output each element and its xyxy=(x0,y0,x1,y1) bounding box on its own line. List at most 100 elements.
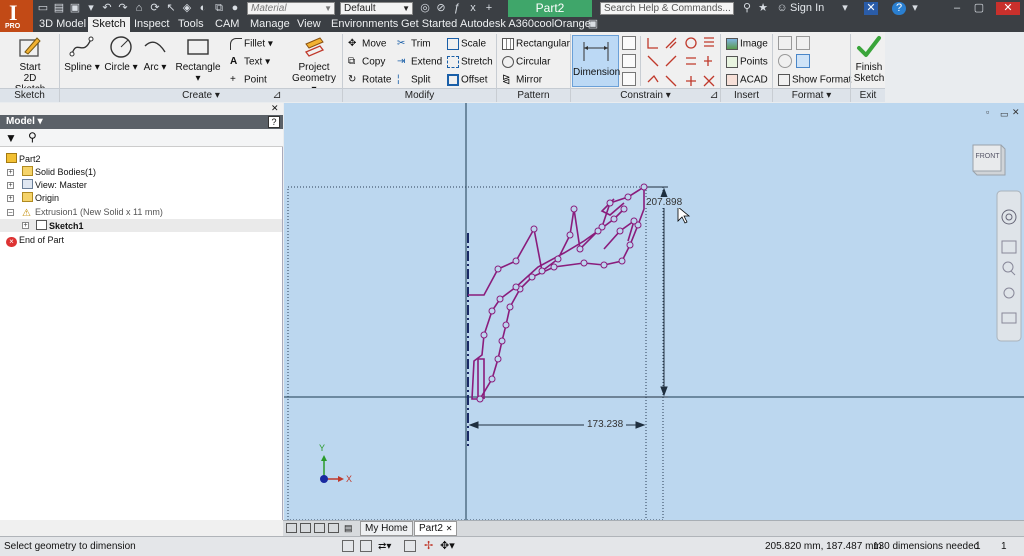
tab-autodesk-a360[interactable]: Autodesk A360 xyxy=(456,17,538,32)
sketch-profile[interactable] xyxy=(468,185,645,400)
parameters-icon[interactable]: x xyxy=(466,2,480,15)
tab-sketch[interactable]: Sketch xyxy=(88,17,130,32)
maximize-icon[interactable]: ▢ xyxy=(972,2,986,15)
grid-icon[interactable] xyxy=(360,540,372,552)
rotate-button[interactable]: ↻ Rotate xyxy=(348,74,391,87)
sphere-icon[interactable]: ● xyxy=(228,2,242,15)
construction-icon[interactable] xyxy=(778,36,792,50)
copy-button[interactable]: ⧉ Copy xyxy=(348,56,385,69)
rectangular-pattern-button[interactable]: Rectangular xyxy=(502,38,570,51)
spline-button[interactable]: Spline ▾ xyxy=(64,34,100,73)
close-icon[interactable]: ✕ xyxy=(996,2,1020,15)
binoculars-icon[interactable]: ⚲ xyxy=(740,2,754,15)
measure-icon[interactable]: ⧉ xyxy=(212,2,226,15)
trim-button[interactable]: ✂ Trim xyxy=(397,38,431,51)
select-icon[interactable]: ↖ xyxy=(164,2,178,15)
collapse-icon[interactable]: – xyxy=(7,209,14,216)
canvas-minimize-icon[interactable]: ▭ xyxy=(1000,109,1009,120)
rectangle-button[interactable]: Rectangle ▾ xyxy=(174,34,222,84)
circular-pattern-button[interactable]: Circular xyxy=(502,56,550,69)
filter-icon[interactable]: ▼ xyxy=(5,131,17,145)
constraint-settings-icon[interactable] xyxy=(622,72,636,86)
move-button[interactable]: ✥ Move xyxy=(348,38,386,51)
scale-button[interactable]: Scale xyxy=(447,38,486,51)
color-icon[interactable]: ◐ xyxy=(196,2,210,15)
browser-help-icon[interactable]: ? xyxy=(268,116,280,128)
save-arrow-icon[interactable]: ▾ xyxy=(84,2,98,15)
tab-my-home[interactable]: My Home xyxy=(360,521,413,536)
auto-dimension-icon[interactable] xyxy=(622,36,636,50)
sketch-options-icon[interactable]: ✥▾ xyxy=(440,537,455,556)
stretch-button[interactable]: Stretch xyxy=(447,56,493,69)
document-list-icon[interactable]: ▤ xyxy=(344,523,354,533)
sketch-points[interactable] xyxy=(476,183,648,403)
app-logo-button[interactable]: I PRO xyxy=(0,0,33,34)
centerline-icon[interactable] xyxy=(796,36,810,50)
ribbon-options-icon[interactable]: ▣ xyxy=(586,18,600,31)
viewcube[interactable] xyxy=(972,144,1006,176)
expand-icon[interactable]: + xyxy=(7,182,14,189)
image-button[interactable]: Image xyxy=(726,38,768,51)
horizontal-dimension-value[interactable]: 173.238 xyxy=(586,419,625,430)
home-icon[interactable]: ⌂ xyxy=(132,2,146,15)
fillet-button[interactable]: Fillet ▾ xyxy=(230,38,273,51)
tab-close-icon[interactable]: ✕ xyxy=(446,524,453,533)
user-icon[interactable]: ☺ xyxy=(775,2,789,15)
tree-item-solid-bodies[interactable]: Solid Bodies(1) xyxy=(22,166,96,178)
finish-sketch-button[interactable]: Finish Sketch xyxy=(853,34,885,84)
sketch-svg[interactable] xyxy=(284,103,1024,520)
constraint-icons-grid[interactable] xyxy=(646,36,718,88)
help-search-input[interactable]: Search Help & Commands... xyxy=(600,2,734,15)
redo-icon[interactable]: ↷ xyxy=(116,2,130,15)
viewcube-label[interactable]: FRONT xyxy=(974,153,1001,160)
browser-header[interactable]: Model ▾ xyxy=(0,115,283,129)
acad-button[interactable]: ACAD xyxy=(726,74,768,87)
minimize-icon[interactable]: – xyxy=(950,2,964,15)
create-group-corner-icon[interactable]: ⊿ xyxy=(270,89,284,102)
tab-tools[interactable]: Tools xyxy=(174,17,208,32)
find-binoculars-icon[interactable]: ⚲ xyxy=(28,130,37,144)
center-point-icon[interactable] xyxy=(778,54,792,68)
offset-button[interactable]: Offset xyxy=(447,74,488,87)
expand-icon[interactable]: + xyxy=(7,195,14,202)
expand-icon[interactable]: + xyxy=(22,222,29,229)
point-button[interactable]: + Point xyxy=(230,74,267,87)
sign-in-link[interactable]: Sign In xyxy=(790,2,824,15)
expand-icon[interactable]: + xyxy=(7,169,14,176)
tab-inspect[interactable]: Inspect xyxy=(130,17,173,32)
arc-button[interactable]: Arc ▾ xyxy=(140,34,170,73)
circle-button[interactable]: Circle ▾ xyxy=(104,34,138,73)
clear-override-icon[interactable]: ⊘ xyxy=(434,2,448,15)
sign-in-dropdown-icon[interactable]: ▾ xyxy=(838,2,852,15)
tab-view[interactable]: View xyxy=(293,17,325,32)
project-geometry-button[interactable]: Project Geometry ▾ xyxy=(290,34,338,95)
driven-dimension-icon[interactable] xyxy=(796,54,810,68)
tab-3d-model[interactable]: 3D Model xyxy=(35,17,90,32)
constraint-persist-icon[interactable]: ✢ xyxy=(424,537,433,556)
tab-get-started[interactable]: Get Started xyxy=(397,17,461,32)
help-icon[interactable]: ? xyxy=(892,2,906,15)
tree-item-sketch1[interactable]: Sketch1 xyxy=(36,220,84,232)
canvas-restore-icon[interactable]: ▫ xyxy=(986,107,989,117)
extend-button[interactable]: ⇥ Extend xyxy=(397,56,442,69)
start-2d-sketch-button[interactable]: Start 2D Sketch xyxy=(8,34,52,95)
snap-icon[interactable] xyxy=(342,540,354,552)
cube-icon[interactable]: ◈ xyxy=(180,2,194,15)
split-button[interactable]: ¦ Split xyxy=(397,74,430,87)
arrange-icon[interactable] xyxy=(328,523,339,533)
tree-item-part2[interactable]: Part2 xyxy=(6,153,41,165)
mirror-button[interactable]: ⧎ Mirror xyxy=(502,74,542,87)
tree-item-extrusion1[interactable]: ⚠ Extrusion1 (New Solid x 11 mm) xyxy=(22,206,163,219)
tile-horizontal-icon[interactable] xyxy=(300,523,311,533)
new-file-icon[interactable]: ▭ xyxy=(36,2,50,15)
tab-part2[interactable]: Part2 ✕ xyxy=(414,521,458,536)
tab-manage[interactable]: Manage xyxy=(246,17,294,32)
ortho-icon[interactable]: ⇄▾ xyxy=(378,537,391,556)
constraint-infer-icon[interactable] xyxy=(404,540,416,552)
exchange-icon[interactable]: ✕ xyxy=(864,2,878,15)
points-button[interactable]: Points xyxy=(726,56,768,69)
fx-icon[interactable]: ƒ xyxy=(450,2,464,15)
update-icon[interactable]: ⟳ xyxy=(148,2,162,15)
favorite-star-icon[interactable]: ★ xyxy=(756,2,770,15)
dimension-button[interactable]: Dimension xyxy=(572,35,620,87)
